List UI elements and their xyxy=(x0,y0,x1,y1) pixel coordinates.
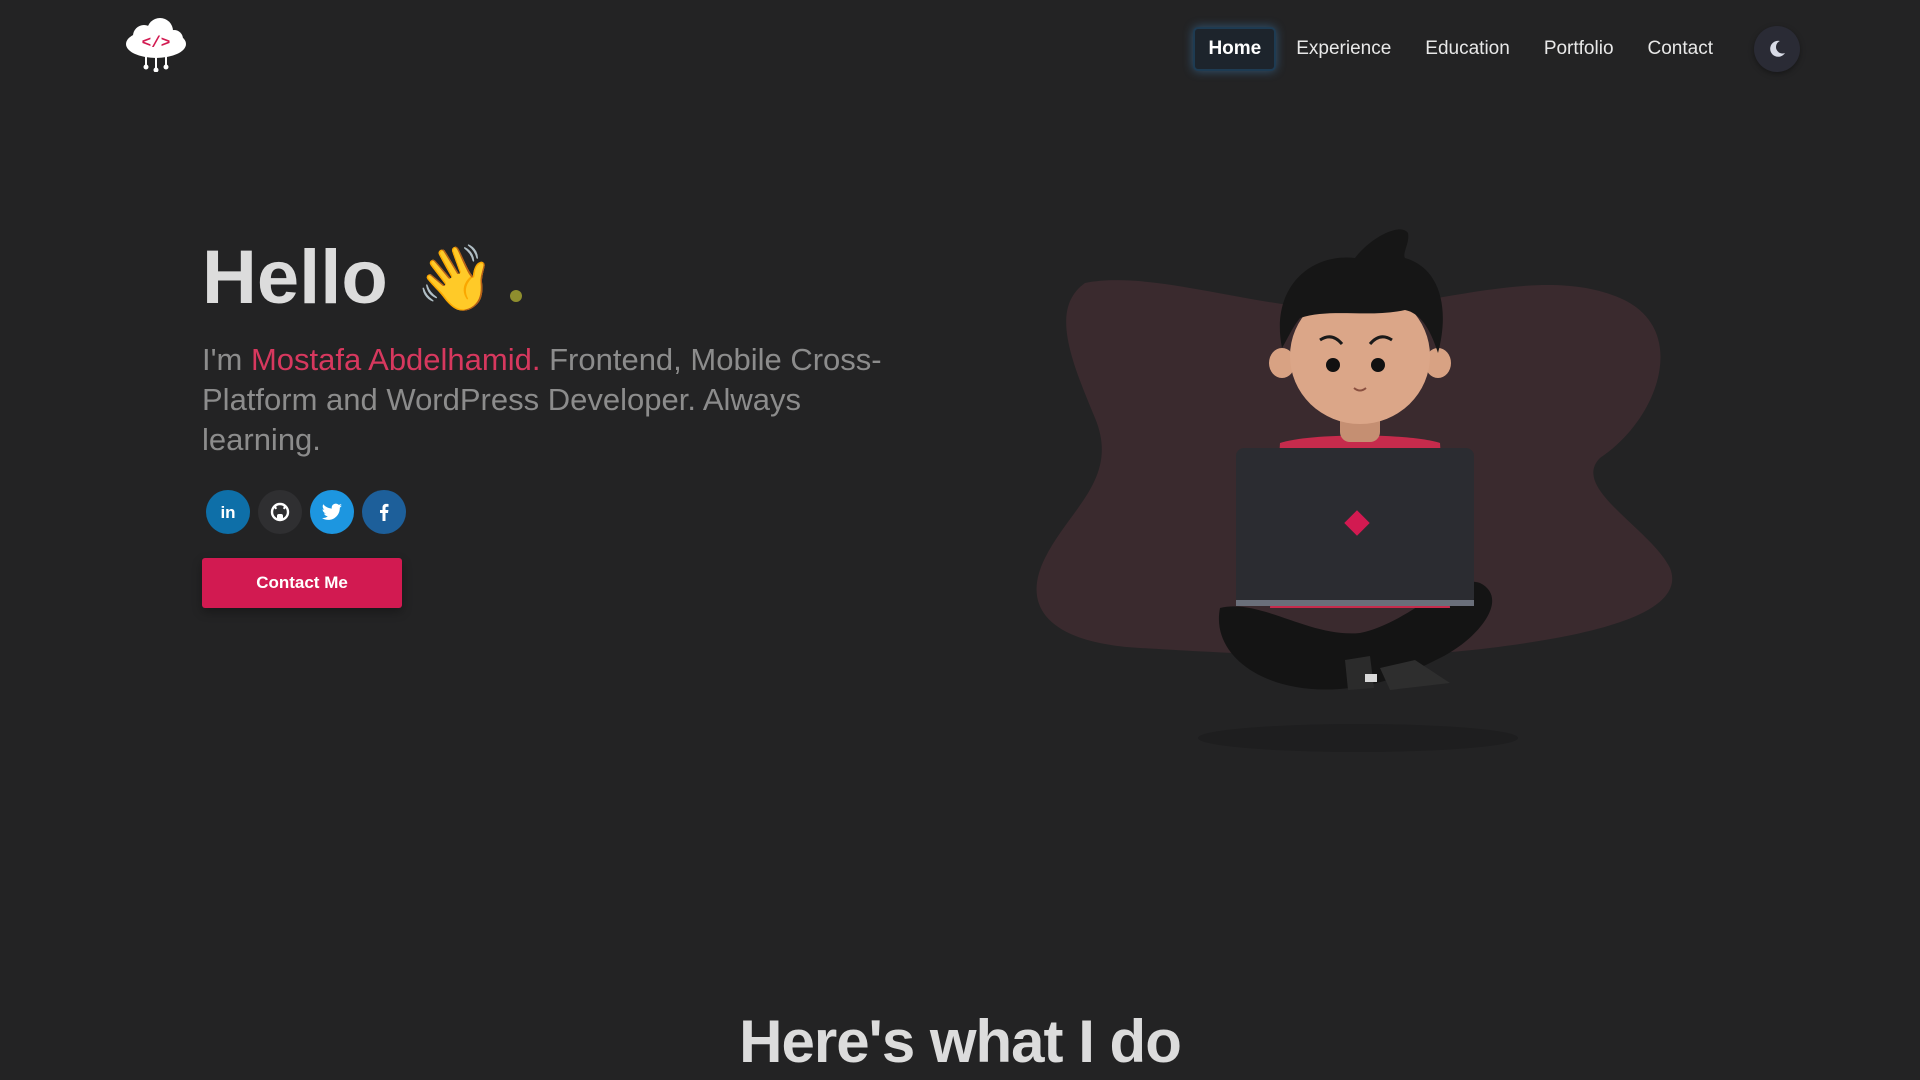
github-link[interactable] xyxy=(258,490,302,534)
twitter-link[interactable] xyxy=(310,490,354,534)
github-icon xyxy=(270,502,290,522)
contact-me-button[interactable]: Contact Me xyxy=(202,558,402,608)
waving-hand-icon: 👋 xyxy=(415,242,496,314)
svg-text:</>: </> xyxy=(142,34,171,52)
linkedin-link[interactable]: in xyxy=(206,490,250,534)
greeting-dot xyxy=(509,290,522,302)
nav-item-home[interactable]: Home xyxy=(1193,27,1277,71)
nav-item-experience[interactable]: Experience xyxy=(1282,27,1405,71)
hero-section: Hello 👋 I'm Mostafa Abdelhamid. Frontend… xyxy=(202,228,922,608)
developer-laptop-illustration xyxy=(1036,229,1673,752)
hero-intro: I'm Mostafa Abdelhamid. Frontend, Mobile… xyxy=(202,340,922,460)
moon-icon xyxy=(1770,40,1785,57)
code-cloud-logo-icon: </> xyxy=(126,18,186,73)
hero-greeting: Hello 👋 xyxy=(202,228,922,328)
site-logo[interactable]: </> xyxy=(122,18,190,73)
services-section-title: Here's what I do xyxy=(739,1007,1182,1075)
social-links: in xyxy=(206,490,922,534)
page: </> Home Experience Education Portfolio … xyxy=(0,0,1920,1080)
nav-item-portfolio[interactable]: Portfolio xyxy=(1530,27,1628,71)
facebook-link[interactable] xyxy=(362,490,406,534)
svg-text:in: in xyxy=(220,503,235,522)
developer-illustration xyxy=(1010,228,1710,768)
main-nav: Home Experience Education Portfolio Cont… xyxy=(1190,26,1800,72)
nav-item-contact[interactable]: Contact xyxy=(1634,27,1727,71)
nav-item-education[interactable]: Education xyxy=(1411,27,1524,71)
developer-name: Mostafa Abdelhamid. xyxy=(250,342,541,377)
linkedin-icon: in xyxy=(220,503,235,522)
theme-toggle-button[interactable] xyxy=(1754,26,1800,72)
facebook-icon xyxy=(380,503,389,521)
greeting-text: Hello xyxy=(202,235,388,320)
intro-prefix: I'm xyxy=(202,342,251,377)
twitter-icon xyxy=(321,503,342,520)
